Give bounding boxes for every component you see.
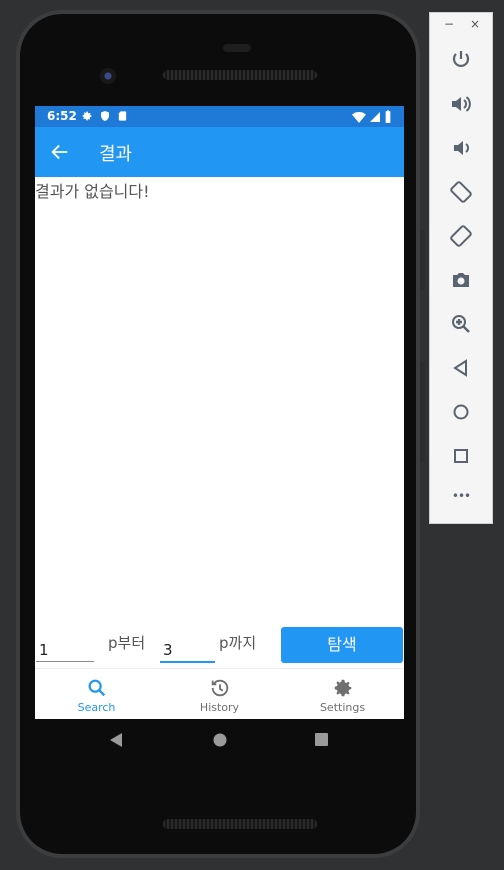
- nav-item-settings[interactable]: Settings: [281, 669, 404, 719]
- gear-icon: [334, 679, 351, 697]
- front-camera: [100, 68, 116, 84]
- volume-up-icon[interactable]: [449, 92, 473, 116]
- history-icon: [211, 679, 228, 697]
- volume-down-icon[interactable]: [449, 136, 473, 160]
- from-page-label: p부터: [108, 634, 146, 652]
- emulator-toolbar: − × •••: [429, 12, 493, 524]
- bottom-speaker-grille: [163, 819, 317, 829]
- back-icon[interactable]: [449, 356, 473, 380]
- empty-results-message: 결과가 없습니다!: [35, 182, 150, 201]
- signal-icon: [370, 111, 380, 122]
- system-navigation-bar: [35, 719, 404, 761]
- battery-icon: [385, 110, 391, 123]
- zoom-icon[interactable]: [449, 312, 473, 336]
- page-range-form: p부터 p까지 탐색: [35, 622, 404, 668]
- search-button[interactable]: 탐색: [281, 627, 403, 663]
- camera-icon[interactable]: [449, 268, 473, 292]
- nav-item-search[interactable]: Search: [35, 669, 158, 719]
- shield-status-icon: [101, 111, 109, 121]
- rotate-left-icon[interactable]: [449, 180, 473, 204]
- status-bar: 6:52: [35, 106, 404, 127]
- settings-status-icon: [82, 111, 92, 121]
- earpiece: [223, 44, 251, 52]
- minimize-button[interactable]: −: [444, 17, 454, 31]
- search-icon: [88, 679, 105, 697]
- wifi-icon: [352, 111, 366, 123]
- app-screen: 6:52 결과 결과가 없습니다! p부터 p까지 탐색 Search Hist…: [35, 106, 404, 719]
- volume-side-button: [420, 362, 425, 462]
- status-time: 6:52: [47, 109, 77, 123]
- home-icon[interactable]: [449, 400, 473, 424]
- sdcard-status-icon: [118, 111, 127, 121]
- overview-icon[interactable]: [449, 444, 473, 468]
- to-page-label: p까지: [219, 634, 257, 652]
- to-page-input[interactable]: [160, 639, 215, 663]
- system-overview-icon[interactable]: [314, 732, 329, 747]
- more-icon[interactable]: •••: [449, 489, 473, 513]
- app-bar: 결과: [35, 127, 404, 177]
- power-side-button: [420, 230, 425, 290]
- power-icon[interactable]: [449, 48, 473, 72]
- top-speaker-grille: [163, 70, 317, 80]
- system-back-icon[interactable]: [108, 732, 124, 748]
- from-page-input[interactable]: [36, 639, 94, 662]
- rotate-right-icon[interactable]: [449, 224, 473, 248]
- nav-label-history: History: [199, 701, 240, 714]
- system-home-icon[interactable]: [212, 732, 228, 748]
- bottom-navigation: Search History Settings: [35, 668, 404, 719]
- page-title: 결과: [99, 144, 133, 165]
- nav-label-search: Search: [77, 701, 116, 714]
- close-button[interactable]: ×: [470, 17, 480, 31]
- nav-item-history[interactable]: History: [158, 669, 281, 719]
- nav-label-settings: Settings: [319, 701, 366, 714]
- back-arrow-icon[interactable]: [49, 141, 71, 163]
